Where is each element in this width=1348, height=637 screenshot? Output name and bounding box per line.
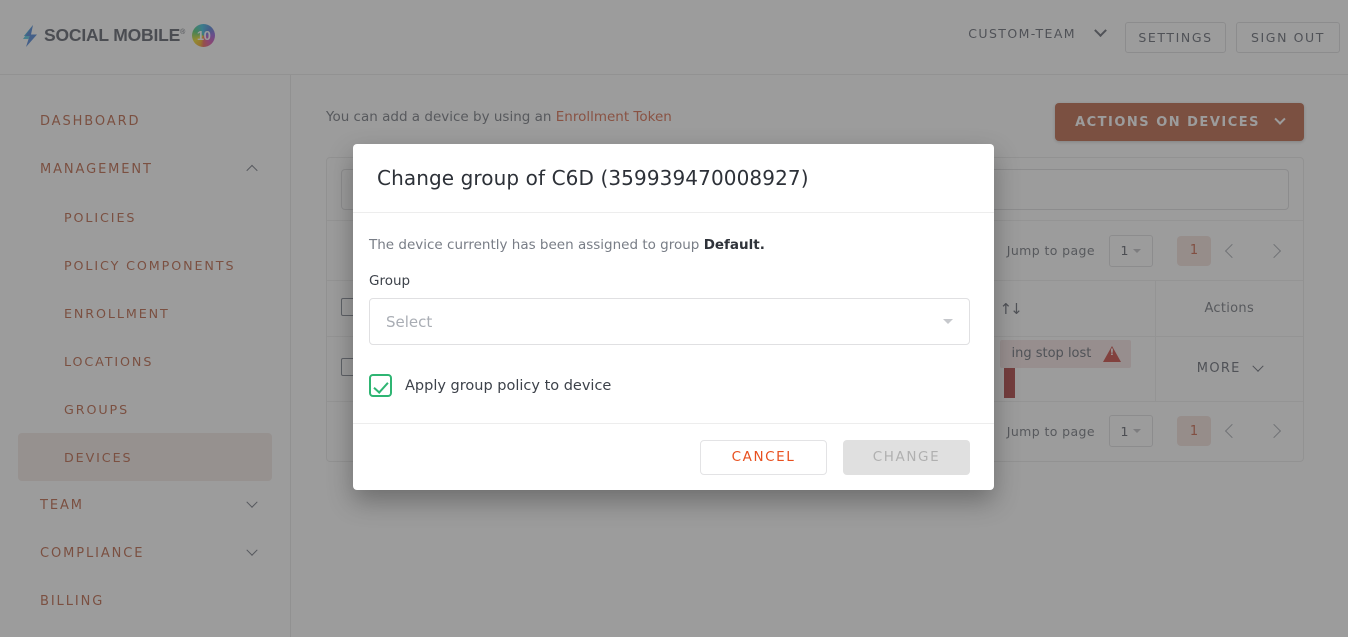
group-select-placeholder: Select	[386, 312, 433, 331]
dialog-footer: CANCEL CHANGE	[353, 423, 994, 490]
group-select[interactable]: Select	[369, 298, 970, 345]
current-group-prefix: The device currently has been assigned t…	[369, 237, 704, 253]
apply-policy-row: Apply group policy to device	[369, 374, 970, 397]
app-root: SOCIAL MOBILE® 10 CUSTOM-TEAM SETTINGS S…	[0, 0, 1348, 637]
group-field-label: Group	[369, 273, 411, 289]
apply-group-policy-checkbox[interactable]	[369, 374, 392, 397]
dialog-header: Change group of C6D (359939470008927)	[353, 144, 994, 213]
change-button: CHANGE	[843, 439, 970, 475]
current-group-text: The device currently has been assigned t…	[369, 237, 970, 253]
dialog-body: The device currently has been assigned t…	[353, 213, 994, 423]
cancel-button[interactable]: CANCEL	[700, 439, 827, 475]
apply-group-policy-label: Apply group policy to device	[405, 377, 612, 394]
change-group-dialog: Change group of C6D (359939470008927) Th…	[353, 144, 994, 490]
dialog-title: Change group of C6D (359939470008927)	[377, 166, 809, 190]
current-group-name: Default.	[703, 237, 765, 253]
chevron-down-icon	[943, 319, 953, 324]
